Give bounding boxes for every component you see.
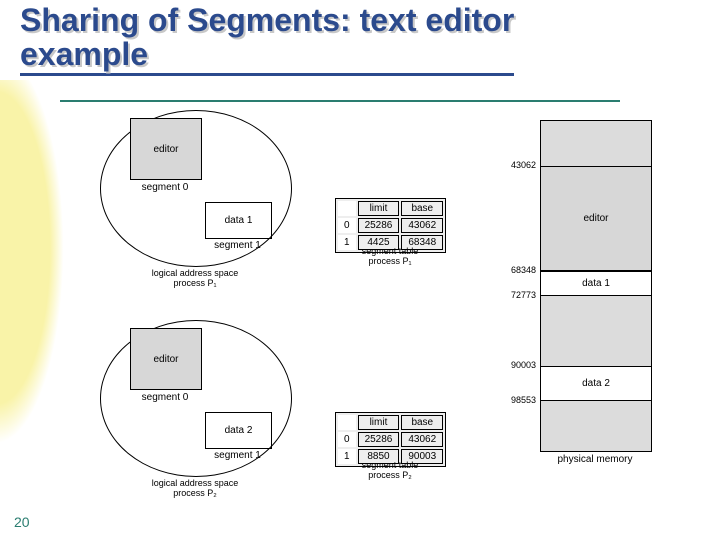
memory-caption: physical memory (540, 454, 650, 465)
p2-th-limit: limit (358, 415, 400, 430)
diagram-stage: editor segment 0 data 1 segment 1 logica… (0, 0, 720, 540)
p2-segment1-caption: segment 1 (205, 450, 270, 461)
mem-data2: data 2 (541, 366, 651, 401)
p1-segment1-box: data 1 (205, 202, 272, 239)
p1-table-caption-l2: process P₁ (368, 256, 411, 266)
p1-segment0-label: editor (153, 144, 178, 155)
physical-memory: editor data 1 data 2 (540, 120, 652, 452)
p1-r0-limit: 25286 (358, 218, 400, 233)
p2-segment0-box: editor (130, 328, 202, 390)
p1-r0-idx: 0 (338, 218, 356, 233)
p2-segment0-caption: segment 0 (130, 392, 200, 403)
p2-table-blank (338, 415, 356, 430)
p2-segment1-box: data 2 (205, 412, 272, 449)
p1-space-caption: logical address space process P₁ (130, 268, 260, 288)
mem-editor-label: editor (583, 213, 608, 224)
p2-space-caption-l2: process P₂ (173, 488, 217, 498)
p2-segment1-label: data 2 (225, 425, 253, 436)
p1-segment1-label: data 1 (225, 215, 253, 226)
p2-table-caption-l2: process P₂ (368, 470, 412, 480)
mem-data2-label: data 2 (582, 378, 610, 389)
p1-segment1-caption: segment 1 (205, 240, 270, 251)
p1-segment-table: limit base 0 25286 43062 1 4425 68348 (335, 198, 446, 253)
p1-table-caption: segment table process P₁ (340, 246, 440, 266)
mem-editor: editor (541, 166, 651, 271)
p1-segment0-box: editor (130, 118, 202, 180)
addr-72773: 72773 (500, 290, 536, 300)
addr-43062: 43062 (500, 160, 536, 170)
p1-table-caption-l1: segment table (362, 246, 419, 256)
p2-segment-table: limit base 0 25286 43062 1 8850 90003 (335, 412, 446, 467)
mem-data1: data 1 (541, 271, 651, 296)
p2-table-caption: segment table process P₂ (340, 460, 440, 480)
p1-th-base: base (401, 201, 443, 216)
p1-th-limit: limit (358, 201, 400, 216)
p2-space-caption: logical address space process P₂ (130, 478, 260, 498)
p1-space-caption-l1: logical address space (152, 268, 239, 278)
p2-r0-limit: 25286 (358, 432, 400, 447)
p2-segment0-label: editor (153, 354, 178, 365)
p2-r0-idx: 0 (338, 432, 356, 447)
addr-68348: 68348 (500, 265, 536, 275)
p2-th-base: base (401, 415, 443, 430)
p2-space-caption-l1: logical address space (152, 478, 239, 488)
page-number: 20 (14, 514, 30, 530)
p2-r0-base: 43062 (401, 432, 443, 447)
mem-data1-label: data 1 (582, 278, 610, 289)
p2-table-caption-l1: segment table (362, 460, 419, 470)
p1-segment0-caption: segment 0 (130, 182, 200, 193)
p1-table-blank (338, 201, 356, 216)
addr-98553: 98553 (500, 395, 536, 405)
p1-r0-base: 43062 (401, 218, 443, 233)
p1-space-caption-l2: process P₁ (173, 278, 216, 288)
addr-90003: 90003 (500, 360, 536, 370)
